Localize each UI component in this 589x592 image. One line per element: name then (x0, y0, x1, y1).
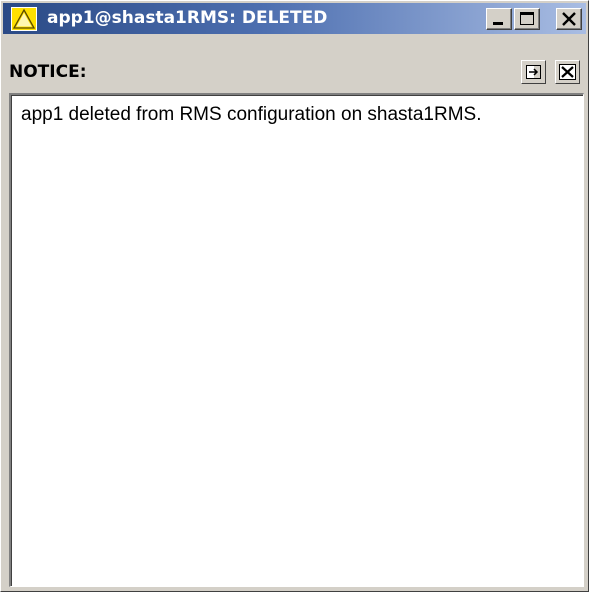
detach-button[interactable] (521, 60, 546, 84)
notice-label: NOTICE: (9, 62, 87, 82)
notice-header: NOTICE: (3, 36, 586, 92)
minimize-button[interactable] (486, 8, 512, 30)
message-text-area[interactable]: app1 deleted from RMS configuration on s… (9, 93, 584, 587)
title-bar[interactable]: app1@shasta1RMS: DELETED (3, 3, 586, 34)
maximize-button[interactable] (514, 8, 540, 30)
warning-triangle-icon (11, 7, 37, 31)
notice-window: app1@shasta1RMS: DELETED NOTICE: app1 de… (0, 0, 589, 592)
dismiss-button[interactable] (555, 60, 580, 84)
close-button[interactable] (556, 8, 582, 30)
message-text: app1 deleted from RMS configuration on s… (21, 104, 482, 125)
window-title: app1@shasta1RMS: DELETED (47, 8, 328, 28)
